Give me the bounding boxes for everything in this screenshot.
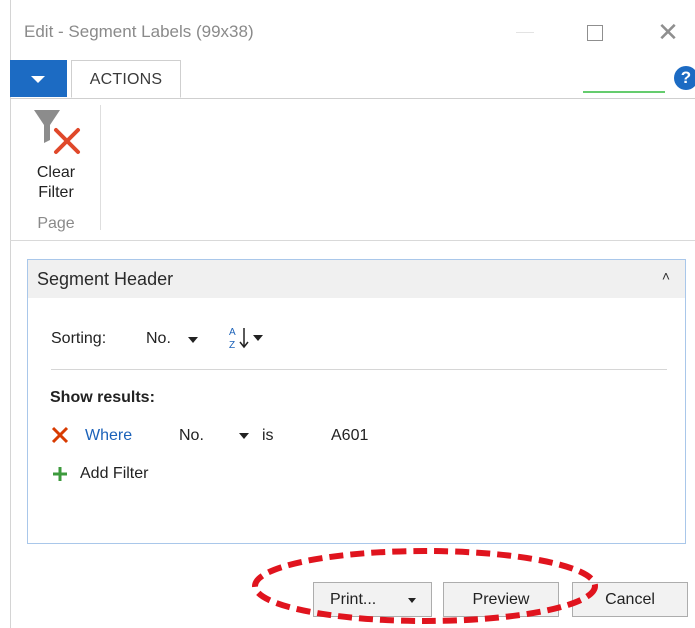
sort-ascending-icon[interactable]: A Z	[226, 324, 266, 352]
svg-text:Z: Z	[229, 340, 235, 351]
plus-icon[interactable]	[51, 465, 69, 483]
maximize-button[interactable]	[580, 18, 610, 48]
clear-filter-label-line2: Filter	[38, 184, 74, 201]
chevron-down-icon[interactable]	[239, 433, 249, 439]
window-title: Edit - Segment Labels (99x38)	[24, 22, 254, 41]
minimize-button[interactable]	[510, 16, 540, 46]
decorative-strip	[583, 91, 665, 93]
ribbon-body	[10, 98, 695, 241]
help-icon[interactable]: ?	[674, 66, 695, 90]
preview-button-label: Preview	[472, 591, 530, 608]
clear-filter-icon	[34, 110, 80, 154]
sorting-field-dropdown[interactable]: No.	[146, 330, 171, 348]
chevron-down-icon	[31, 76, 45, 83]
svg-text:A: A	[229, 327, 236, 338]
chevron-down-icon[interactable]	[188, 337, 198, 343]
cancel-button-label: Cancel	[605, 591, 655, 608]
ribbon-group-divider	[100, 105, 101, 230]
clear-filter-label: Clear Filter	[20, 163, 92, 203]
print-button-label: Print...	[330, 591, 377, 608]
tab-actions-label: ACTIONS	[89, 71, 163, 88]
tab-actions[interactable]: ACTIONS	[71, 60, 181, 98]
divider	[51, 369, 667, 370]
show-results-label: Show results:	[50, 389, 155, 406]
filter-value-input[interactable]: A601	[331, 427, 368, 445]
cancel-button[interactable]: Cancel	[572, 582, 688, 617]
add-filter-link[interactable]: Add Filter	[80, 465, 148, 483]
sorting-label: Sorting:	[51, 330, 107, 347]
print-button[interactable]: Print...	[313, 582, 432, 617]
filter-where-link[interactable]: Where	[85, 427, 132, 445]
clear-filter-label-line1: Clear	[36, 164, 76, 181]
application-menu-button[interactable]	[10, 60, 67, 97]
preview-button[interactable]: Preview	[443, 582, 559, 617]
filter-operator: is	[262, 427, 274, 444]
ribbon-group-label: Page	[37, 215, 75, 232]
collapse-icon[interactable]: ˄	[656, 266, 676, 286]
panel-title: Segment Header	[37, 269, 174, 289]
close-button[interactable]: ✕	[650, 14, 686, 50]
chevron-down-icon[interactable]	[408, 598, 416, 603]
remove-filter-icon[interactable]	[51, 426, 69, 444]
filter-field-dropdown[interactable]: No.	[179, 427, 204, 445]
